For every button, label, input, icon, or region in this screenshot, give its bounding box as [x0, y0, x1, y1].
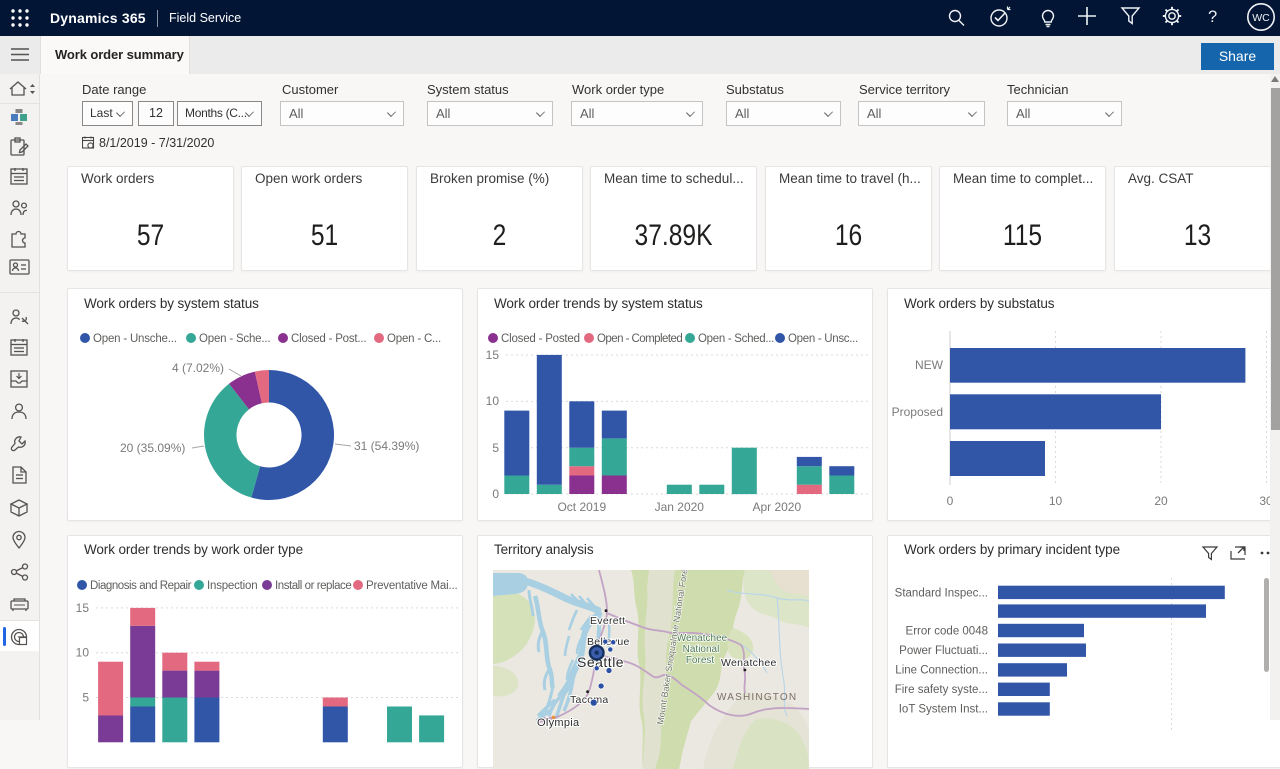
svg-text:15: 15 [486, 348, 500, 362]
svg-text:Proposed: Proposed [892, 405, 943, 419]
svg-text:Forest: Forest [686, 655, 715, 666]
svg-text:5: 5 [492, 441, 499, 455]
svg-text:31 (54.39%): 31 (54.39%) [354, 439, 419, 453]
svg-text:?: ? [1208, 8, 1217, 26]
svg-text:Wenatchee: Wenatchee [721, 657, 777, 669]
svg-text:15: 15 [76, 601, 90, 615]
svg-text:Jan 2020: Jan 2020 [655, 500, 705, 514]
svg-text:Olympia: Olympia [537, 717, 580, 729]
svg-text:Apr 2020: Apr 2020 [752, 500, 801, 514]
svg-text:Fire safety syste...: Fire safety syste... [895, 684, 988, 696]
svg-text:Line Connection...: Line Connection... [895, 665, 988, 677]
svg-text:0: 0 [947, 494, 954, 508]
svg-text:20: 20 [1154, 494, 1168, 508]
svg-text:Standard Inspec...: Standard Inspec... [895, 588, 988, 600]
svg-text:Oct 2019: Oct 2019 [557, 500, 606, 514]
svg-text:Power Fluctuati...: Power Fluctuati... [899, 645, 988, 657]
svg-text:National: National [683, 644, 720, 655]
svg-text:Tacoma: Tacoma [570, 694, 609, 706]
svg-text:5: 5 [82, 691, 89, 705]
svg-text:4 (7.02%): 4 (7.02%) [172, 361, 224, 375]
svg-text:WC: WC [1252, 12, 1270, 24]
svg-text:0: 0 [492, 487, 499, 501]
svg-text:NEW: NEW [915, 358, 944, 372]
svg-text:10: 10 [1049, 494, 1063, 508]
svg-text:Wenatchee: Wenatchee [677, 633, 728, 644]
svg-text:Error code 0048: Error code 0048 [906, 626, 988, 638]
svg-text:WASHINGTON: WASHINGTON [717, 692, 797, 703]
svg-text:IoT System Inst...: IoT System Inst... [899, 704, 988, 716]
svg-text:Everett: Everett [590, 615, 625, 627]
svg-text:10: 10 [486, 394, 500, 408]
svg-text:20 (35.09%): 20 (35.09%) [120, 441, 185, 455]
svg-text:10: 10 [76, 646, 90, 660]
